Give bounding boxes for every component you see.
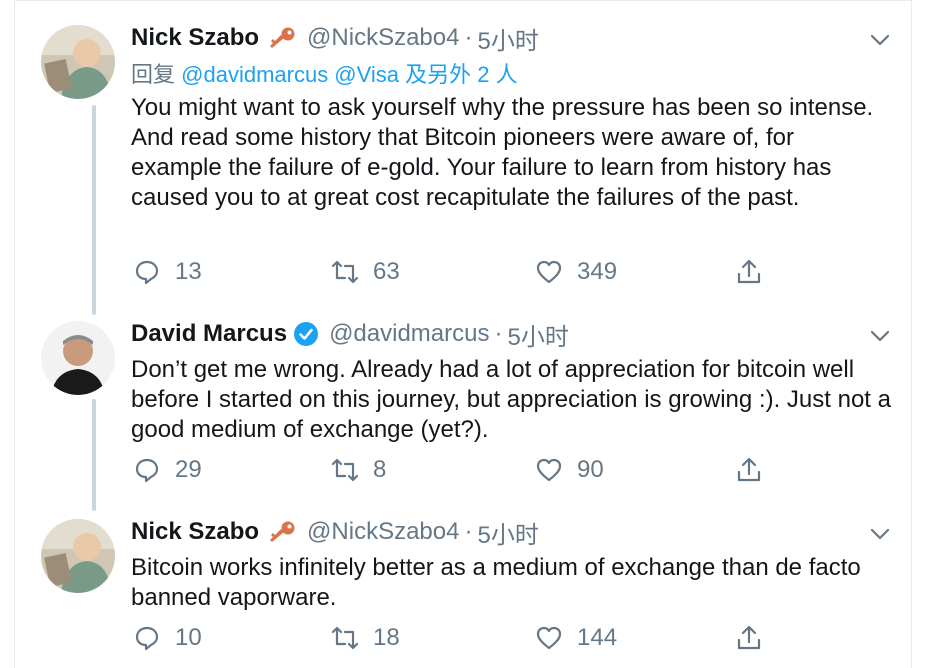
share-button[interactable] (735, 624, 777, 652)
reply-mentions[interactable]: @davidmarcus @Visa (181, 62, 399, 87)
like-count: 349 (577, 258, 618, 285)
tweet-header: Nick Szabo @NickSzabo4 · 5小时 (131, 21, 891, 56)
author-name[interactable]: David Marcus (131, 320, 287, 348)
thread-line (92, 105, 96, 315)
retweet-button[interactable]: 8 (331, 456, 386, 484)
heart-icon (536, 260, 562, 284)
timestamp[interactable]: 5小时 (477, 21, 538, 56)
reply-button[interactable]: 10 (133, 624, 202, 652)
reply-others-link[interactable]: 及另外 2 人 (405, 62, 517, 87)
avatar-image (41, 519, 115, 593)
tweet-actions: 29 8 90 (131, 456, 811, 488)
retweet-button[interactable]: 63 (331, 258, 400, 286)
tweet-text: Bitcoin works infinitely better as a med… (131, 554, 861, 611)
author-handle[interactable]: @NickSzabo4 (307, 518, 459, 546)
author-name[interactable]: Nick Szabo (131, 24, 259, 52)
like-button[interactable]: 90 (535, 456, 604, 484)
heart-icon (536, 458, 562, 482)
tweet-text: You might want to ask yourself why the p… (131, 94, 874, 211)
chevron-down-icon[interactable] (869, 325, 891, 347)
share-button[interactable] (735, 258, 777, 286)
reply-count: 29 (175, 456, 202, 483)
separator-dot: · (494, 320, 503, 347)
author-handle[interactable]: @davidmarcus (329, 320, 489, 348)
reply-prefix: 回复 (131, 62, 176, 87)
tweet-header: Nick Szabo @NickSzabo4 · 5小时 (131, 515, 891, 550)
separator-dot: · (464, 24, 473, 51)
tweet-actions: 10 18 144 (131, 624, 811, 656)
tweet-text: Don’t get me wrong. Already had a lot of… (131, 356, 891, 443)
reply-button[interactable]: 29 (133, 456, 202, 484)
retweet-icon (331, 260, 359, 284)
share-icon (737, 625, 761, 650)
verified-icon (294, 322, 319, 346)
reply-icon (135, 260, 159, 285)
avatar-image (41, 321, 115, 395)
chevron-down-icon[interactable] (869, 523, 891, 545)
like-count: 144 (577, 624, 618, 651)
retweet-button[interactable]: 18 (331, 624, 400, 652)
thread-line (92, 399, 96, 511)
avatar[interactable] (41, 519, 115, 593)
retweet-count: 18 (373, 624, 400, 651)
separator-dot: · (464, 518, 473, 545)
key-icon (270, 27, 295, 48)
like-button[interactable]: 349 (535, 258, 617, 286)
tweet-actions: 13 63 349 (131, 258, 811, 290)
retweet-icon (331, 626, 359, 650)
retweet-count: 8 (373, 456, 387, 483)
reply-icon (135, 458, 159, 483)
share-button[interactable] (735, 456, 777, 484)
author-name[interactable]: Nick Szabo (131, 518, 259, 546)
like-button[interactable]: 144 (535, 624, 617, 652)
retweet-count: 63 (373, 258, 400, 285)
author-handle[interactable]: @NickSzabo4 (307, 24, 459, 52)
heart-icon (536, 626, 562, 650)
like-count: 90 (577, 456, 604, 483)
retweet-icon (331, 458, 359, 482)
share-icon (737, 259, 761, 284)
reply-icon (135, 626, 159, 651)
reply-context: 回复 @davidmarcus @Visa 及另外 2 人 (131, 57, 891, 87)
reply-count: 13 (175, 258, 202, 285)
avatar-image (41, 25, 115, 99)
avatar[interactable] (41, 321, 115, 395)
tweet-header: David Marcus @davidmarcus · 5小时 (131, 317, 891, 352)
timeline-panel: Nick Szabo @NickSzabo4 · 5小时 回复 @davidma… (14, 0, 912, 668)
chevron-down-icon[interactable] (869, 29, 891, 51)
avatar[interactable] (41, 25, 115, 99)
reply-count: 10 (175, 624, 202, 651)
timestamp[interactable]: 5小时 (507, 317, 568, 352)
share-icon (737, 457, 761, 482)
timestamp[interactable]: 5小时 (477, 515, 538, 550)
key-icon (270, 521, 295, 542)
reply-button[interactable]: 13 (133, 258, 202, 286)
